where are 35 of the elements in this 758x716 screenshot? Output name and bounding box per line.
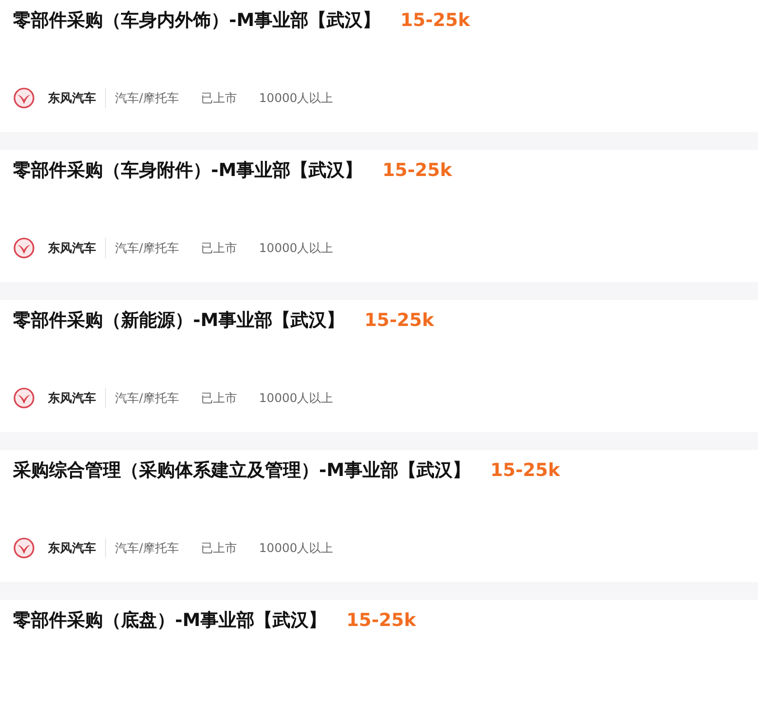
job-title[interactable]: 零部件采购（底盘）-M事业部【武汉】 — [13, 608, 326, 632]
company-logo-icon — [13, 237, 35, 259]
job-title[interactable]: 采购综合管理（采购体系建立及管理）-M事业部【武汉】 — [13, 458, 470, 482]
job-card[interactable]: 零部件采购（车身附件）-M事业部【武汉】 15-25k 东风汽车 汽车/摩托车 已上市 10000人以上 — [0, 150, 758, 282]
job-card[interactable]: 零部件采购（底盘）-M事业部【武汉】 15-25k — [0, 600, 758, 716]
company-tag: 10000人以上 — [259, 390, 334, 406]
company-tag: 已上市 — [201, 90, 238, 106]
company-name[interactable]: 东风汽车 — [48, 538, 106, 558]
job-card[interactable]: 零部件采购（车身内外饰）-M事业部【武汉】 15-25k 东风汽车 汽车/摩托车 已上市 10000人以上 — [0, 0, 758, 132]
company-tag: 汽车/摩托车 — [115, 390, 180, 406]
salary: 15-25k — [490, 460, 560, 480]
job-card[interactable]: 零部件采购（新能源）-M事业部【武汉】 15-25k 东风汽车 汽车/摩托车 已上市 10000人以上 — [0, 300, 758, 432]
salary: 15-25k — [400, 10, 470, 30]
salary: 15-25k — [346, 610, 416, 630]
job-title[interactable]: 零部件采购（新能源）-M事业部【武汉】 — [13, 308, 344, 332]
company-logo-icon — [13, 537, 35, 559]
company-tag: 10000人以上 — [259, 540, 334, 556]
company-tag: 汽车/摩托车 — [115, 540, 180, 556]
job-card[interactable]: 采购综合管理（采购体系建立及管理）-M事业部【武汉】 15-25k 东风汽车 汽车/摩托车 已上市 10000人以上 — [0, 450, 758, 582]
salary: 15-25k — [382, 160, 452, 180]
company-name[interactable]: 东风汽车 — [48, 88, 106, 108]
job-title[interactable]: 零部件采购（车身附件）-M事业部【武汉】 — [13, 158, 362, 182]
company-tag: 汽车/摩托车 — [115, 240, 180, 256]
job-title[interactable]: 零部件采购（车身内外饰）-M事业部【武汉】 — [13, 8, 380, 32]
company-tag: 已上市 — [201, 240, 238, 256]
company-tag: 已上市 — [201, 390, 238, 406]
company-name[interactable]: 东风汽车 — [48, 388, 106, 408]
company-tag: 已上市 — [201, 540, 238, 556]
company-logo-icon — [13, 87, 35, 109]
company-logo-icon — [13, 387, 35, 409]
salary: 15-25k — [364, 310, 434, 330]
company-tag: 10000人以上 — [259, 90, 334, 106]
company-name[interactable]: 东风汽车 — [48, 238, 106, 258]
company-tag: 10000人以上 — [259, 240, 334, 256]
company-tag: 汽车/摩托车 — [115, 90, 180, 106]
